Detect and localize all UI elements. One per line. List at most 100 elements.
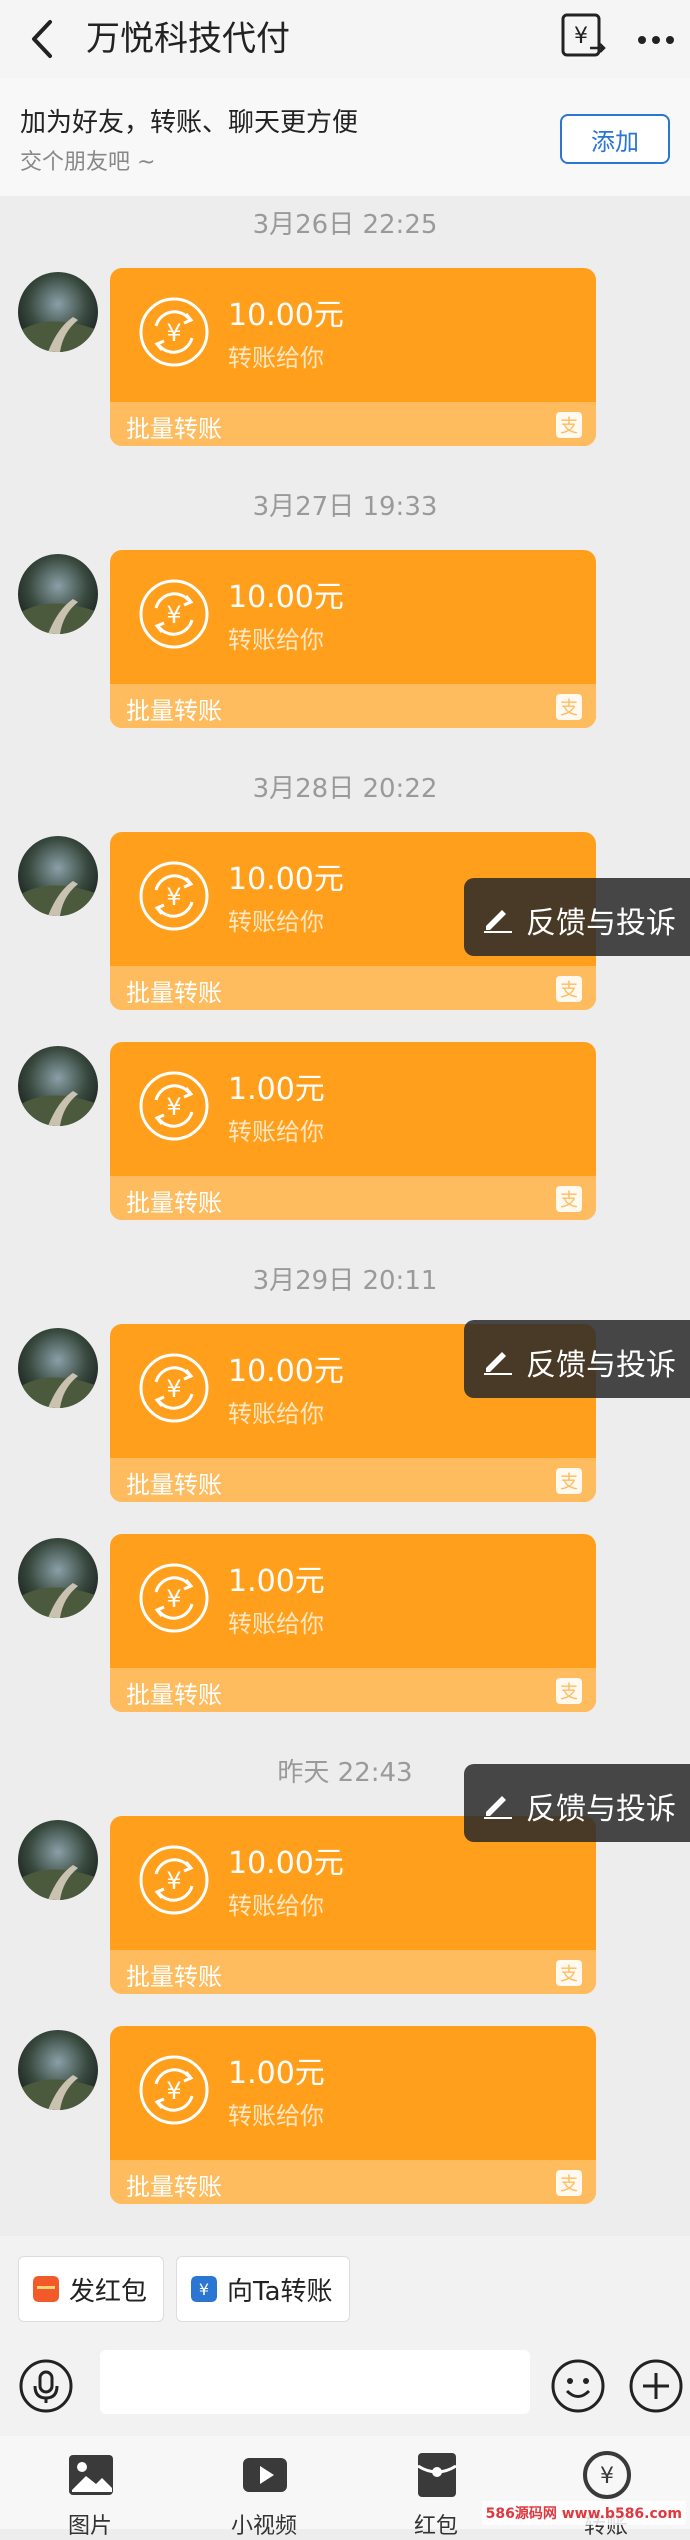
transfer-card-footer: 批量转账 支 [110,1176,596,1220]
quick-action-bar: 发红包 ¥ 向Ta转账 [0,2236,690,2336]
transfer-card-footer: 批量转账 支 [110,684,596,728]
transfer-amount: 1.00元 [228,1564,325,1599]
feedback-complaint-label: 反馈与投诉 [526,1792,676,1827]
chat-header: 万悦科技代付 ¥ [0,0,690,78]
toolbar-image-label: 图片 [67,2514,112,2539]
alipay-icon: 支 [556,1960,582,1986]
transfer-card-body: ¥10.00元 转账给你 [110,268,596,402]
toolbar-image[interactable]: 图片 [20,2436,160,2539]
transfer-card-footer: 批量转账 支 [110,966,596,1010]
image-icon [69,2455,113,2495]
transfer-card-footer: 批量转账 支 [110,402,596,446]
sender-avatar[interactable] [18,1820,98,1900]
transfer-to-ta-label: 向Ta转账 [227,2276,333,2307]
alipay-icon: 支 [556,1186,582,1212]
batch-transfer-label: 批量转账 [126,697,222,725]
red-packet-icon [417,2453,457,2497]
transfer-card-footer: 批量转账 支 [110,1950,596,1994]
transfer-message-bubble[interactable]: ¥1.00元 转账给你批量转账 支 [110,1534,596,1712]
alipay-icon: 支 [556,976,582,1002]
transfer-amount: 10.00元 [228,1354,344,1389]
input-bar [0,2336,690,2436]
sender-avatar[interactable] [18,272,98,352]
svg-text:支: 支 [560,416,578,437]
timestamp: 3月29日 20:11 [252,1266,438,1296]
add-friend-banner: 加为好友，转账、聊天更方便 交个朋友吧 ~ 添加 [0,78,690,196]
svg-text:¥: ¥ [166,883,181,911]
transfer-card-footer: 批量转账 支 [110,1668,596,1712]
transfer-coin-icon: ¥ [138,296,210,368]
svg-text:¥: ¥ [166,1867,181,1895]
svg-text:¥: ¥ [166,1585,181,1613]
send-red-packet-chip[interactable]: 发红包 [18,2256,165,2322]
transfer-coin-icon: ¥ [138,1844,210,1916]
voice-mic-icon[interactable] [18,2358,74,2414]
red-packet-icon [33,2276,59,2302]
feedback-complaint-button[interactable]: 反馈与投诉 [464,878,690,956]
transfer-note: 转账给你 [228,908,324,936]
alipay-icon: 支 [556,1468,582,1494]
transfer-icon: ¥ [583,2451,631,2499]
transfer-record-icon[interactable]: ¥ [560,12,606,60]
transfer-coin-icon: ¥ [138,578,210,650]
sender-avatar[interactable] [18,554,98,634]
batch-transfer-label: 批量转账 [126,979,222,1007]
svg-text:¥: ¥ [166,319,181,347]
timestamp: 3月26日 22:25 [252,210,438,240]
batch-transfer-label: 批量转账 [126,1681,222,1709]
back-arrow-icon[interactable] [22,14,62,64]
sender-avatar[interactable] [18,2030,98,2110]
feedback-complaint-button[interactable]: 反馈与投诉 [464,1764,690,1842]
add-friend-subtitle: 交个朋友吧 ~ [20,150,156,175]
add-friend-button[interactable]: 添加 [560,114,670,164]
transfer-card-body: ¥1.00元 转账给你 [110,1042,596,1176]
watermark: 586源码网 www.b586.com [481,2501,686,2525]
transfer-message-bubble[interactable]: ¥10.00元 转账给你 批量转账 支 [110,1816,596,1994]
transfer-coin-icon: ¥ [138,1352,210,1424]
batch-transfer-label: 批量转账 [126,1471,222,1499]
alipay-icon: 支 [556,694,582,720]
transfer-note: 转账给你 [228,626,324,654]
plus-icon[interactable] [628,2358,684,2414]
sender-avatar[interactable] [18,836,98,916]
transfer-amount: 10.00元 [228,862,344,897]
sender-avatar[interactable] [18,1328,98,1408]
transfer-coin-icon: ¥ [138,860,210,932]
alipay-icon: 支 [556,1678,582,1704]
transfer-amount: 10.00元 [228,298,344,333]
svg-text:¥: ¥ [166,2077,181,2105]
sender-avatar[interactable] [18,1046,98,1126]
add-friend-title: 加为好友，转账、聊天更方便 [20,108,359,138]
transfer-card-body: ¥1.00元 转账给你 [110,2026,596,2160]
transfer-amount: 10.00元 [228,1846,344,1881]
transfer-message-bubble[interactable]: ¥1.00元 转账给你 批量转账 支 [110,1042,596,1220]
feedback-complaint-label: 反馈与投诉 [526,1348,676,1383]
svg-text:支: 支 [560,698,578,719]
chat-title: 万悦科技代付 [86,19,290,59]
transfer-coin-icon: ¥ [138,2054,210,2126]
svg-text:支: 支 [560,1682,578,1703]
toolbar-video-label: 小视频 [230,2514,297,2539]
transfer-message-bubble[interactable]: ¥1.00元 转账给你批量转账 支 [110,2026,596,2204]
more-options-icon[interactable] [636,20,676,60]
transfer-card-body: ¥1.00元 转账给你 [110,1534,596,1668]
toolbar-video[interactable]: 小视频 [194,2436,334,2539]
batch-transfer-label: 批量转账 [126,2173,222,2201]
edit-pen-icon [484,1796,512,1819]
alipay-icon: 支 [556,412,582,438]
transfer-message-bubble[interactable]: ¥10.00元 转账给你批量转账 支 [110,268,596,446]
transfer-to-ta-chip[interactable]: ¥ 向Ta转账 [176,2256,350,2322]
svg-text:支: 支 [560,2174,578,2195]
transfer-message-bubble[interactable]: ¥10.00元 转账给你批量转账 支 [110,550,596,728]
message-input[interactable] [100,2350,530,2414]
svg-text:支: 支 [560,1190,578,1211]
feedback-complaint-button[interactable]: 反馈与投诉 [464,1320,690,1398]
transfer-yuan-icon: ¥ [191,2276,217,2302]
transfer-card-body: ¥10.00元 转账给你 [110,550,596,684]
batch-transfer-label: 批量转账 [126,415,222,443]
sender-avatar[interactable] [18,1538,98,1618]
transfer-coin-icon: ¥ [138,1562,210,1634]
svg-text:¥: ¥ [166,1375,181,1403]
emoji-icon[interactable] [550,2358,606,2414]
timestamp: 3月27日 19:33 [252,492,438,522]
